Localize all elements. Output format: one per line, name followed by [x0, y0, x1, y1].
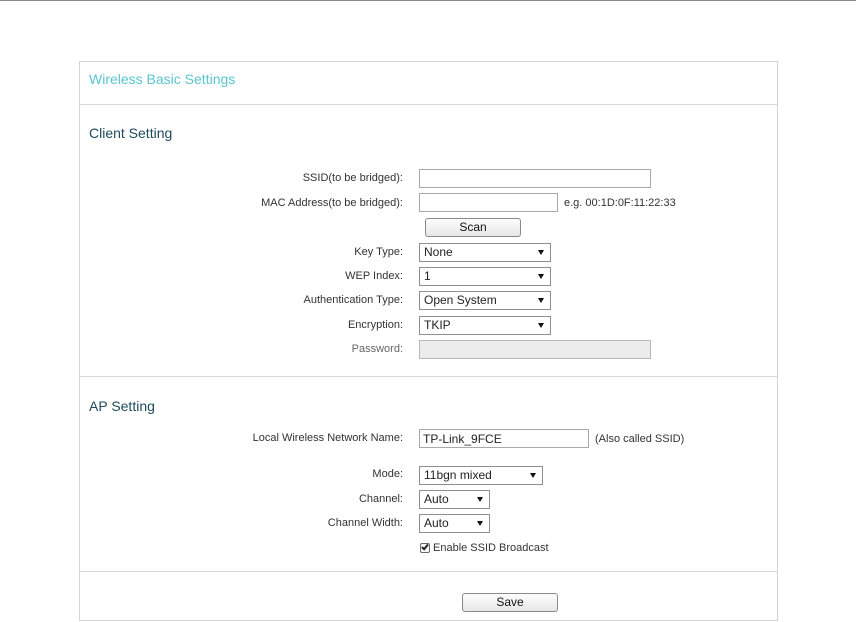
- wep-index-select[interactable]: 1: [419, 267, 551, 286]
- channel-width-select[interactable]: Auto: [419, 514, 490, 533]
- page-title: Wireless Basic Settings: [89, 71, 236, 87]
- password-input[interactable]: [419, 340, 651, 359]
- mac-address-label: MAC Address(to be bridged):: [261, 197, 403, 209]
- channel-select[interactable]: Auto: [419, 490, 490, 509]
- authentication-type-value: Open System: [424, 293, 497, 307]
- network-name-hint: (Also called SSID): [595, 433, 685, 445]
- chevron-down-icon: [477, 497, 483, 502]
- key-type-value: None: [424, 245, 453, 259]
- encryption-select[interactable]: TKIP: [419, 316, 551, 335]
- save-button[interactable]: Save: [462, 593, 558, 612]
- encryption-label: Encryption:: [347, 319, 403, 331]
- ssid-broadcast-checkbox[interactable]: [420, 542, 430, 553]
- chevron-down-icon: [538, 250, 544, 255]
- password-label: Password:: [351, 343, 403, 355]
- ssid-input[interactable]: [419, 169, 651, 188]
- network-name-input[interactable]: [419, 429, 589, 448]
- wep-index-label: WEP Index:: [345, 270, 403, 282]
- section-divider: [80, 376, 777, 377]
- key-type-label: Key Type:: [354, 246, 403, 258]
- authentication-type-label: Authentication Type:: [303, 294, 403, 306]
- mode-label: Mode:: [372, 468, 403, 480]
- ssid-label: SSID(to be bridged):: [302, 172, 403, 184]
- ssid-broadcast-label: Enable SSID Broadcast: [433, 542, 549, 554]
- channel-label: Channel:: [358, 493, 403, 505]
- channel-width-label: Channel Width:: [327, 517, 403, 529]
- chevron-down-icon: [538, 323, 544, 328]
- wep-index-value: 1: [424, 269, 431, 283]
- scan-button[interactable]: Scan: [425, 218, 521, 237]
- chevron-down-icon: [477, 521, 483, 526]
- client-setting-heading: Client Setting: [89, 125, 173, 141]
- authentication-type-select[interactable]: Open System: [419, 291, 551, 310]
- checkmark-icon: [421, 542, 429, 551]
- channel-value: Auto: [424, 492, 449, 506]
- title-divider: [80, 104, 777, 105]
- mode-select[interactable]: 11bgn mixed: [419, 466, 543, 485]
- wireless-basic-settings-panel: Wireless Basic Settings Client Setting S…: [79, 61, 778, 621]
- footer-divider: [80, 571, 777, 572]
- chevron-down-icon: [538, 298, 544, 303]
- chevron-down-icon: [538, 274, 544, 279]
- chevron-down-icon: [530, 473, 536, 478]
- encryption-value: TKIP: [424, 318, 451, 332]
- network-name-label: Local Wireless Network Name:: [252, 432, 403, 444]
- key-type-select[interactable]: None: [419, 243, 551, 262]
- mode-value: 11bgn mixed: [424, 468, 492, 482]
- mac-address-hint: e.g. 00:1D:0F:11:22:33: [564, 197, 676, 209]
- top-divider: [0, 0, 856, 1]
- mac-address-input[interactable]: [419, 193, 558, 212]
- channel-width-value: Auto: [424, 516, 449, 530]
- ap-setting-heading: AP Setting: [89, 398, 155, 414]
